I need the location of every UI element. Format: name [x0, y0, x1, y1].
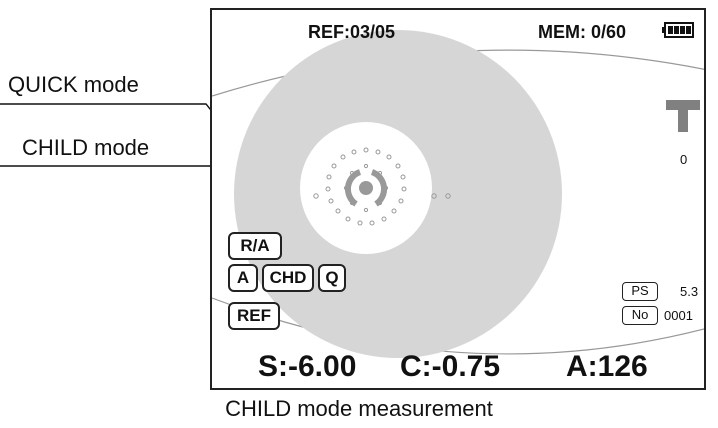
memory-counter: MEM: 0/60: [538, 22, 627, 42]
child-mode-button[interactable]: CHD: [262, 264, 314, 292]
battery-icon: [662, 22, 694, 38]
device-screen: REF:03/05 MEM: 0/60 0 R/A A CHD Q REF PS…: [210, 8, 706, 390]
ref-counter: REF:03/05: [308, 22, 396, 42]
center-dot: [359, 181, 373, 195]
t-icon: [666, 100, 700, 132]
sphere-value: S:-6.00: [258, 350, 357, 383]
figure-caption: CHILD mode measurement: [225, 396, 493, 421]
no-value: 0001: [664, 308, 693, 323]
tonometer-value: 0: [680, 152, 688, 167]
axis-value: A:126: [566, 350, 648, 383]
quick-mode-button[interactable]: Q: [318, 264, 346, 292]
ps-label: PS: [622, 282, 658, 301]
no-label: No: [622, 306, 658, 325]
eye-graphic: [212, 30, 704, 358]
ra-mode-button[interactable]: R/A: [228, 232, 282, 260]
ref-mode-button[interactable]: REF: [228, 302, 280, 330]
auto-mode-button[interactable]: A: [228, 264, 258, 292]
cylinder-value: C:-0.75: [400, 350, 501, 383]
ps-value: 5.3: [680, 284, 699, 299]
